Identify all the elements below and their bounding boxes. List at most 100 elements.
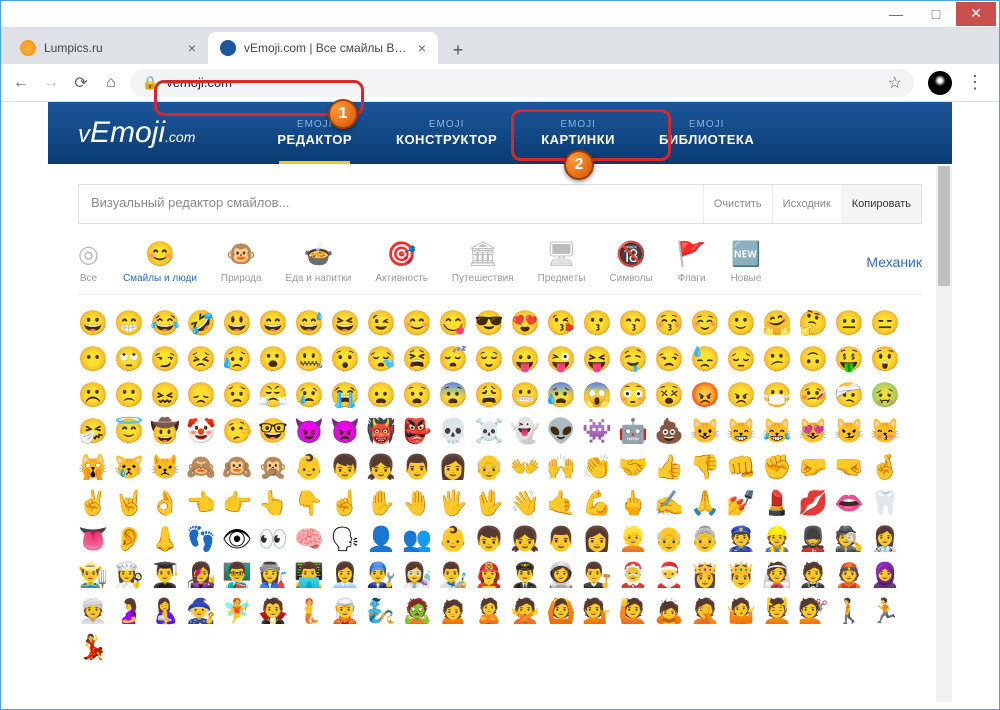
emoji-cell[interactable]: 🙆 (546, 597, 576, 627)
emoji-cell[interactable]: 👨‍✈️ (510, 561, 540, 591)
url-input[interactable]: 🔒 vemoji.com ☆ (130, 69, 914, 97)
emoji-cell[interactable]: 🙏 (690, 489, 720, 519)
emoji-cell[interactable]: 🏃 (870, 597, 900, 627)
emoji-cell[interactable]: 😺 (690, 417, 720, 447)
emoji-cell[interactable]: 😖 (150, 381, 180, 411)
emoji-cell[interactable]: ☝️ (330, 489, 360, 519)
emoji-cell[interactable]: 👨‍⚖️ (582, 561, 612, 591)
emoji-cell[interactable]: 😙 (618, 309, 648, 339)
category-Еда и напитки[interactable]: 🍲Еда и напитки (286, 240, 352, 284)
emoji-cell[interactable]: 🧕 (870, 561, 900, 591)
emoji-cell[interactable]: 😓 (690, 345, 720, 375)
emoji-cell[interactable]: 👏 (582, 453, 612, 483)
emoji-cell[interactable]: 🚶 (834, 597, 864, 627)
emoji-cell[interactable]: 👲 (834, 561, 864, 591)
emoji-cell[interactable]: 🧜 (294, 597, 324, 627)
emoji-cell[interactable]: 👄 (834, 489, 864, 519)
home-button[interactable]: ⌂ (100, 72, 122, 94)
emoji-cell[interactable]: 👮 (726, 525, 756, 555)
emoji-cell[interactable]: 👵 (690, 525, 720, 555)
emoji-cell[interactable]: 👤 (366, 525, 396, 555)
emoji-cell[interactable]: 🤛 (798, 453, 828, 483)
emoji-cell[interactable]: 👻 (510, 417, 540, 447)
emoji-cell[interactable]: 🎅 (654, 561, 684, 591)
emoji-cell[interactable]: 👩‍🎤 (186, 561, 216, 591)
emoji-cell[interactable]: 😼 (834, 417, 864, 447)
emoji-cell[interactable]: 🖖 (474, 489, 504, 519)
emoji-cell[interactable]: 🙅 (510, 597, 540, 627)
emoji-cell[interactable]: 👇 (294, 489, 324, 519)
emoji-cell[interactable]: 😐 (834, 309, 864, 339)
emoji-cell[interactable]: 😀 (78, 309, 108, 339)
emoji-cell[interactable]: 🤔 (798, 309, 828, 339)
new-tab-button[interactable]: + (444, 36, 472, 64)
emoji-cell[interactable]: 💂 (798, 525, 828, 555)
emoji-cell[interactable]: 🧠 (294, 525, 324, 555)
emoji-cell[interactable]: 😇 (114, 417, 144, 447)
emoji-cell[interactable]: 😗 (582, 309, 612, 339)
emoji-cell[interactable]: 😰 (546, 381, 576, 411)
emoji-cell[interactable]: 😉 (366, 309, 396, 339)
page-scrollbar[interactable] (936, 166, 952, 702)
emoji-cell[interactable]: 😠 (726, 381, 756, 411)
emoji-cell[interactable]: 🙂 (726, 309, 756, 339)
scrollbar-thumb[interactable] (938, 166, 950, 286)
emoji-cell[interactable]: 👆 (258, 489, 288, 519)
emoji-cell[interactable]: 👨‍🌾 (78, 561, 108, 591)
emoji-cell[interactable]: 🕵️ (834, 525, 864, 555)
category-Новые[interactable]: 🆕Новые (731, 240, 762, 284)
emoji-cell[interactable]: 😨 (438, 381, 468, 411)
browser-tab-active[interactable]: vEmoji.com | Все смайлы ВКонта × (208, 32, 438, 64)
emoji-cell[interactable]: 👈 (186, 489, 216, 519)
emoji-cell[interactable]: 🤵 (798, 561, 828, 591)
emoji-cell[interactable]: 🤠 (150, 417, 180, 447)
emoji-cell[interactable]: 👰 (762, 561, 792, 591)
category-Все[interactable]: ◎Все (78, 240, 99, 284)
emoji-cell[interactable]: 👸 (690, 561, 720, 591)
emoji-cell[interactable]: 😏 (150, 345, 180, 375)
emoji-cell[interactable]: 😯 (330, 345, 360, 375)
emoji-cell[interactable]: 👹 (366, 417, 396, 447)
emoji-cell[interactable]: 😎 (474, 309, 504, 339)
emoji-cell[interactable]: 😪 (366, 345, 396, 375)
emoji-cell[interactable]: 😂 (150, 309, 180, 339)
emoji-cell[interactable]: ✋ (366, 489, 396, 519)
emoji-cell[interactable]: 🙋 (618, 597, 648, 627)
emoji-cell[interactable]: 😦 (366, 381, 396, 411)
category-Флаги[interactable]: 🚩Флаги (677, 240, 707, 284)
emoji-cell[interactable]: 😄 (258, 309, 288, 339)
emoji-cell[interactable]: 👀 (258, 525, 288, 555)
emoji-cell[interactable]: ✍️ (654, 489, 684, 519)
emoji-cell[interactable]: 😊 (402, 309, 432, 339)
emoji-cell[interactable]: 😋 (438, 309, 468, 339)
emoji-cell[interactable]: 👾 (582, 417, 612, 447)
emoji-cell[interactable]: 👶 (294, 453, 324, 483)
emoji-cell[interactable]: 💁 (582, 597, 612, 627)
emoji-cell[interactable]: 👷 (762, 525, 792, 555)
emoji-cell[interactable]: 😴 (438, 345, 468, 375)
emoji-cell[interactable]: 👎 (690, 453, 720, 483)
emoji-cell[interactable]: 😌 (474, 345, 504, 375)
emoji-cell[interactable]: 🤦 (690, 597, 720, 627)
emoji-cell[interactable]: 👉 (222, 489, 252, 519)
emoji-cell[interactable]: 🧝 (330, 597, 360, 627)
emoji-cell[interactable]: 😭 (330, 381, 360, 411)
reload-button[interactable]: ⟳ (70, 72, 92, 94)
emoji-cell[interactable]: 🤱 (150, 597, 180, 627)
emoji-cell[interactable]: 🤞 (870, 453, 900, 483)
emoji-cell[interactable]: 👌 (150, 489, 180, 519)
emoji-cell[interactable]: 😍 (510, 309, 540, 339)
emoji-cell[interactable]: 💄 (762, 489, 792, 519)
copy-button[interactable]: Копировать (841, 185, 921, 223)
site-logo[interactable]: vEmoji.com (78, 116, 195, 150)
category-Активность[interactable]: 🎯Активность (375, 240, 428, 284)
emoji-cell[interactable]: 👅 (78, 525, 108, 555)
emoji-cell[interactable]: 💪 (582, 489, 612, 519)
emoji-cell[interactable]: 🧙 (186, 597, 216, 627)
emoji-cell[interactable]: 👨‍🎓 (150, 561, 180, 591)
emoji-cell[interactable]: 🗣 (330, 525, 360, 555)
emoji-cell[interactable]: 😧 (402, 381, 432, 411)
emoji-cell[interactable]: 🤐 (294, 345, 324, 375)
emoji-cell[interactable]: 👩‍🔬 (402, 561, 432, 591)
emoji-cell[interactable]: 😅 (294, 309, 324, 339)
